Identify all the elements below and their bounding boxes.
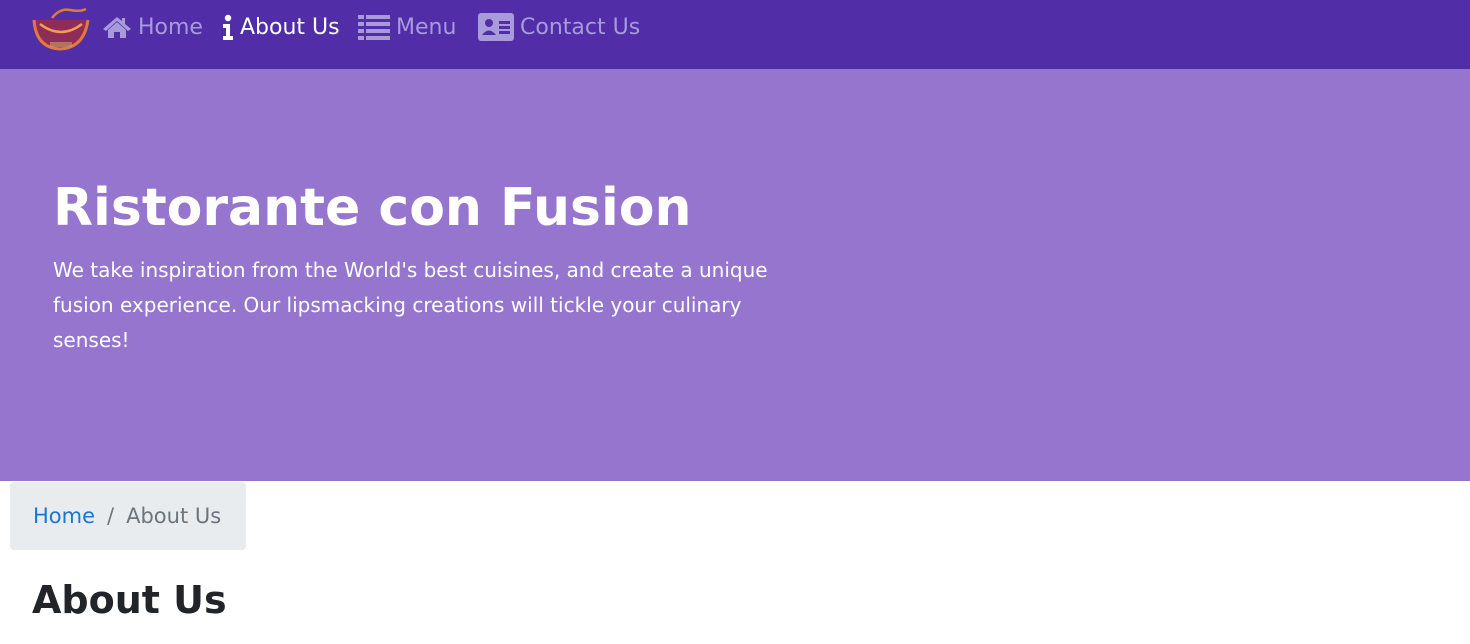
- nav-about-us-label: About Us: [240, 14, 340, 40]
- home-icon: [103, 17, 131, 38]
- breadcrumb-current: About Us: [126, 504, 222, 528]
- breadcrumb-separator: /: [107, 504, 115, 528]
- nav-home-label: Home: [138, 14, 203, 40]
- nav-contact-us-label: Contact Us: [520, 14, 641, 40]
- list-icon: [358, 15, 390, 40]
- info-icon: [223, 14, 233, 40]
- page-title: About Us: [32, 578, 227, 622]
- nav-about-us[interactable]: About Us: [222, 10, 340, 44]
- nav-menu-label: Menu: [396, 14, 457, 40]
- nav-menu[interactable]: Menu: [358, 10, 456, 44]
- breadcrumb-home-link[interactable]: Home: [33, 504, 95, 528]
- navbar: Home About Us Menu Contact Us: [0, 0, 1470, 69]
- nav-contact-us[interactable]: Contact Us: [478, 10, 640, 44]
- address-card-icon: [478, 13, 514, 41]
- restaurant-title: Ristorante con Fusion: [53, 178, 692, 238]
- breadcrumb: Home / About Us: [10, 482, 246, 550]
- nav-home[interactable]: Home: [102, 10, 203, 44]
- restaurant-logo[interactable]: [30, 6, 92, 52]
- restaurant-description: We take inspiration from the World's bes…: [53, 258, 768, 352]
